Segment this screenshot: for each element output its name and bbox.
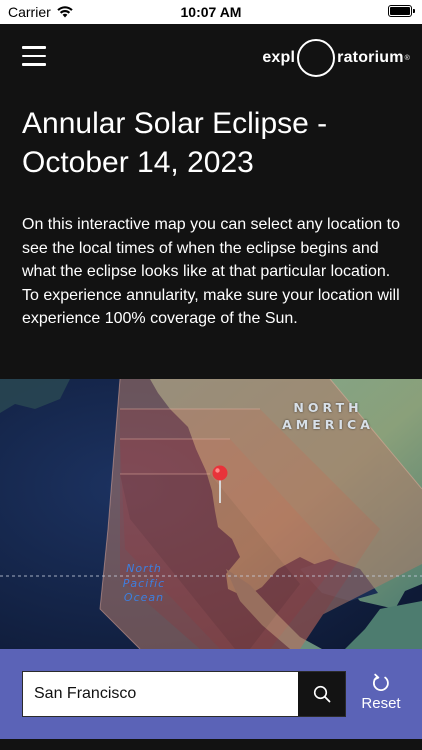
search-box (22, 671, 346, 717)
bottom-strip (0, 739, 422, 750)
hamburger-menu-icon[interactable] (22, 46, 46, 66)
eclipse-map[interactable]: NORTH AMERICA North Pacific Ocean (0, 379, 422, 649)
location-search-input[interactable] (23, 672, 298, 716)
reset-button[interactable]: Reset (356, 673, 406, 713)
battery-icon (388, 5, 415, 17)
continent-label-line1: NORTH (293, 400, 363, 415)
ocean-label-line2: Pacific (122, 576, 166, 590)
ocean-label-line1: North (126, 562, 162, 575)
registered-mark: ® (404, 54, 410, 62)
app-header: expl ratorium ® (0, 24, 422, 94)
page-description: On this interactive map you can select a… (22, 216, 400, 327)
reset-icon (373, 673, 389, 692)
reset-label: Reset (361, 695, 401, 712)
continent-label-line2: AMERICA (282, 417, 374, 432)
search-panel: Reset (0, 649, 422, 739)
search-icon (313, 685, 330, 703)
search-button[interactable] (298, 672, 345, 716)
logo-text-left: expl (262, 49, 296, 66)
page-title: Annular Solar Eclipse - October 14, 2023 (22, 107, 328, 179)
exploratorium-logo[interactable]: expl ratorium ® (262, 38, 410, 78)
status-time: 10:07 AM (180, 4, 242, 20)
status-bar: Carrier 10:07 AM (0, 0, 422, 24)
pacific-ocean-label: North Pacific Ocean (108, 562, 180, 606)
north-america-label: NORTH AMERICA (276, 399, 380, 433)
logo-text-right: ratorium (337, 49, 404, 66)
ocean-label-line3: Ocean (123, 591, 165, 604)
logo-ring (297, 39, 336, 77)
